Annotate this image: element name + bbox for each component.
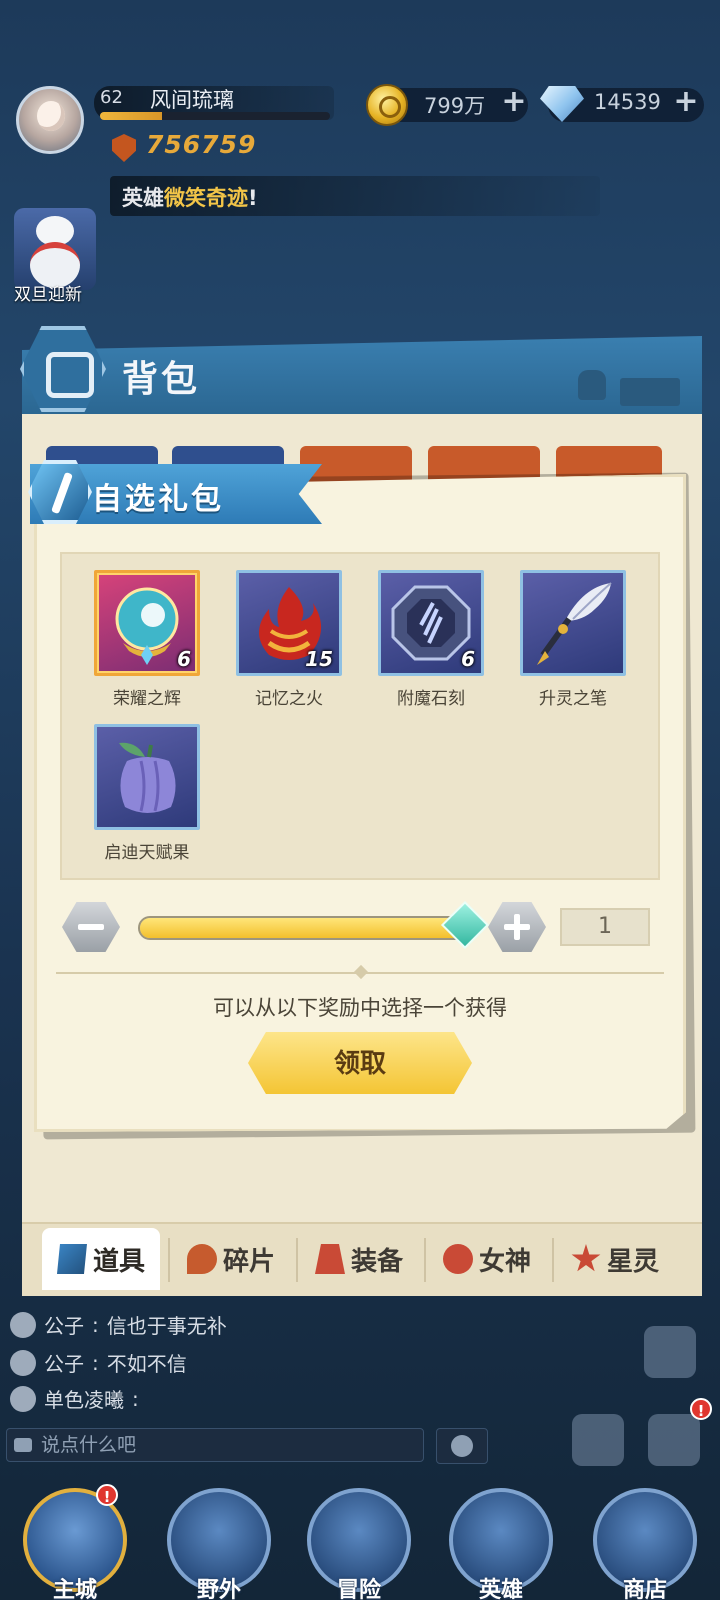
tab-equipment[interactable]: 装备 (300, 1228, 418, 1290)
tab-fragments[interactable]: 碎片 (172, 1228, 290, 1290)
tab-items[interactable]: 道具 (42, 1228, 160, 1290)
reward-frame (94, 724, 200, 830)
tab-star-spirit[interactable]: 星灵 (556, 1228, 674, 1290)
nav-label: 英雄 (478, 1578, 523, 1600)
chat-avatar (10, 1385, 36, 1412)
backpack-shortcut-icon[interactable] (648, 1414, 700, 1466)
selection-hint: 可以从以下奖励中选择一个获得 (213, 996, 507, 1020)
reward-frame (520, 570, 626, 676)
emoji-button[interactable] (436, 1428, 488, 1464)
reward-name: 启迪天赋果 (104, 843, 190, 863)
reward-count: 6 (177, 647, 191, 671)
quantity-slider[interactable] (138, 916, 468, 940)
exp-bar (100, 112, 330, 120)
reward-count: 15 (305, 647, 333, 671)
reward-frame: 6 (378, 570, 484, 676)
nav-label: 冒险 (336, 1578, 381, 1600)
snowman-event-icon[interactable] (14, 208, 96, 290)
diamond-amount: 14539 (594, 90, 661, 114)
chat-bubble-icon (14, 1438, 32, 1452)
tab-label: 碎片 (222, 1246, 275, 1277)
combat-power-icon (112, 134, 136, 162)
tab-label: 星灵 (606, 1246, 659, 1277)
talent-fruit-icon (119, 742, 176, 813)
tab-label: 道具 (92, 1246, 145, 1277)
star-spirit-icon (571, 1244, 601, 1272)
exp-bar-fill (100, 112, 163, 120)
reward-item[interactable]: 15 记忆之火 (236, 570, 342, 709)
player-name: 风间琉璃 (150, 88, 234, 112)
chat-colon: : (92, 1312, 99, 1337)
ranking-podium-icon[interactable] (572, 1414, 624, 1466)
reward-frame: 6 (94, 570, 200, 676)
reward-item[interactable]: 6 荣耀之辉 (94, 570, 200, 709)
add-gold-button[interactable]: + (500, 87, 528, 117)
tab-separator (424, 1238, 426, 1282)
gold-amount: 799万 (424, 94, 486, 118)
chat-sender: 单色凌曦 (44, 1388, 124, 1412)
tab-separator (296, 1238, 298, 1282)
announcement-text: 英雄微笑奇迹! (122, 186, 258, 210)
chat-sender: 公子 (44, 1352, 84, 1376)
quantity-input[interactable]: 1 (560, 908, 650, 946)
goddess-icon (442, 1244, 473, 1274)
nav-adventure[interactable]: 冒险 (304, 1488, 414, 1600)
combat-power-value: 756759 (146, 130, 257, 159)
reward-frame: 15 (236, 570, 342, 676)
reward-count: 6 (461, 647, 475, 671)
tab-label: 装备 (350, 1246, 403, 1277)
reward-name: 升灵之笔 (539, 689, 607, 709)
chat-message: 公子: 信也于事无补 (10, 1310, 227, 1339)
tab-label: 女神 (478, 1246, 531, 1277)
backpack-title: 背包 (122, 359, 201, 400)
reward-name: 记忆之火 (255, 689, 323, 709)
tab-goddess[interactable]: 女神 (428, 1228, 546, 1290)
chat-text: 不如不信 (106, 1352, 187, 1376)
tab-separator (552, 1238, 554, 1282)
notification-badge: ! (96, 1484, 118, 1506)
chat-avatar (10, 1311, 36, 1338)
nav-heroes[interactable]: 英雄 (446, 1488, 556, 1600)
item-icon (56, 1244, 87, 1274)
claim-button[interactable]: 领取 (248, 1032, 472, 1094)
add-diamond-button[interactable]: + (672, 87, 700, 117)
friends-icon[interactable] (644, 1326, 696, 1378)
quantity-slider-fill (140, 918, 466, 938)
nav-wilderness[interactable]: 野外 (164, 1488, 274, 1600)
nav-label: 主城 (52, 1578, 97, 1600)
nav-label: 野外 (196, 1578, 241, 1600)
equipment-icon (314, 1244, 345, 1274)
player-level: 62 (100, 87, 123, 108)
gold-coin-icon (366, 84, 408, 126)
fragment-icon (186, 1244, 217, 1274)
nav-label: 商店 (622, 1578, 667, 1600)
tab-separator (168, 1238, 170, 1282)
chat-colon: : (132, 1386, 139, 1411)
chat-sender: 公子 (44, 1314, 84, 1338)
reward-item[interactable]: 启迪天赋果 (94, 724, 200, 863)
nav-main-city[interactable]: 主城 (20, 1488, 130, 1600)
dialog-title: 自选礼包 (92, 482, 224, 517)
chat-avatar (10, 1349, 36, 1376)
player-avatar[interactable] (16, 86, 84, 154)
notification-badge: ! (690, 1398, 712, 1420)
crate-decoration-icon (620, 378, 680, 406)
nav-shop[interactable]: 商店 (590, 1488, 700, 1600)
cat-decoration-icon (578, 370, 606, 400)
reward-item[interactable]: 6 附魔石刻 (378, 570, 484, 709)
reward-item[interactable]: 升灵之笔 (520, 570, 626, 709)
event-label: 双旦迎新 (14, 285, 82, 305)
spirit-quill-icon (537, 582, 612, 665)
reward-name: 荣耀之辉 (113, 689, 181, 709)
reward-name: 附魔石刻 (397, 689, 465, 709)
chat-message: 单色凌曦: (10, 1384, 147, 1413)
chat-colon: : (92, 1350, 99, 1375)
chat-text: 信也于事无补 (106, 1314, 227, 1338)
chat-input[interactable]: 说点什么吧 (6, 1428, 424, 1462)
chat-message: 公子: 不如不信 (10, 1348, 187, 1377)
